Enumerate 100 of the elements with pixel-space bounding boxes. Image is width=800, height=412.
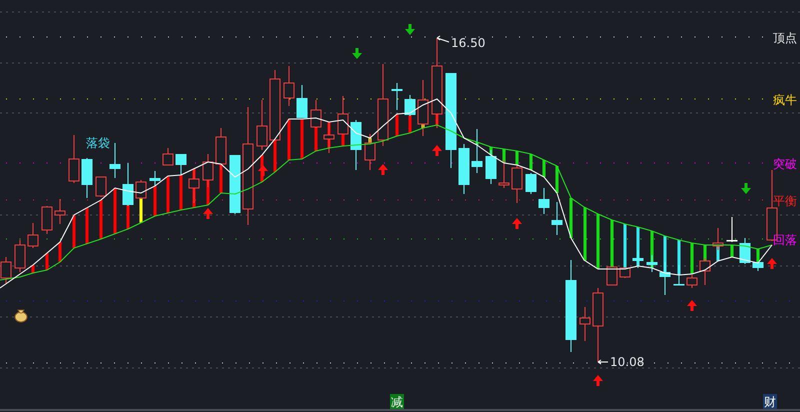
candlestick xyxy=(580,306,590,342)
trend-bar xyxy=(32,265,34,273)
candlestick xyxy=(256,100,268,150)
trend-bar xyxy=(610,220,614,269)
trend-bar xyxy=(180,175,182,210)
candlestick xyxy=(404,94,416,116)
candlestick xyxy=(552,202,562,236)
trend-bar xyxy=(396,114,398,136)
candlestick xyxy=(486,150,496,184)
candlestick xyxy=(646,254,658,272)
trend-bar xyxy=(730,245,734,257)
candlestick xyxy=(538,188,550,214)
trend-bar xyxy=(100,200,102,239)
candlestick xyxy=(96,176,106,198)
candlestick xyxy=(202,154,214,188)
candlestick xyxy=(752,262,764,272)
trend-bar xyxy=(716,245,720,261)
candlestick xyxy=(606,266,618,286)
up-arrow-icon xyxy=(593,375,603,386)
trend-bar xyxy=(46,253,48,270)
candlestick xyxy=(338,96,348,134)
candlestick xyxy=(458,144,470,194)
trend-bar xyxy=(274,139,276,172)
candlestick xyxy=(230,154,240,214)
trend-bar xyxy=(596,214,600,269)
candlestick xyxy=(632,250,644,268)
up-arrow-icon xyxy=(767,258,777,269)
candlestick xyxy=(188,168,200,204)
trend-bar xyxy=(624,224,626,269)
candlestick xyxy=(512,164,522,204)
trend-bar xyxy=(220,164,222,193)
up-arrow-icon xyxy=(687,300,697,311)
candlestick xyxy=(284,66,294,106)
up-arrow-icon xyxy=(258,165,268,176)
high-price-label: 16.50 xyxy=(451,36,486,50)
down-arrow-icon xyxy=(352,48,362,59)
candlestick xyxy=(14,240,26,272)
trend-bar xyxy=(678,240,680,275)
candlestick xyxy=(176,154,186,176)
candlestick xyxy=(660,262,670,296)
trend-bar xyxy=(636,227,640,266)
trend-bar xyxy=(516,151,518,165)
marker-label: 减 xyxy=(391,395,403,409)
up-arrow-icon xyxy=(203,208,213,219)
level-label: 回落 xyxy=(773,233,797,247)
candlestick xyxy=(42,206,52,234)
candlestick xyxy=(364,134,376,170)
candlestick xyxy=(0,256,12,284)
candlestick xyxy=(392,82,402,110)
candlestick xyxy=(136,180,146,200)
trend-bar xyxy=(690,243,694,274)
candlestick xyxy=(498,160,510,188)
candlestick xyxy=(620,268,630,278)
candlestick xyxy=(162,148,174,166)
trend-bar xyxy=(664,236,666,273)
trend-bar xyxy=(530,154,532,170)
trend-bar xyxy=(756,249,760,263)
trend-bar xyxy=(570,198,572,238)
trend-bar xyxy=(408,113,412,133)
level-label: 突破 xyxy=(773,157,797,171)
pointer-line xyxy=(436,36,450,42)
trend-bar xyxy=(300,119,304,159)
candlestick xyxy=(110,142,120,178)
candlestick xyxy=(150,170,160,186)
candlestick xyxy=(686,274,698,288)
candlestick xyxy=(472,128,482,174)
candlestick xyxy=(82,158,92,198)
candlestick xyxy=(740,238,750,264)
up-arrow-icon xyxy=(432,145,442,156)
candlestick xyxy=(296,84,308,118)
trend-bar xyxy=(476,142,478,145)
trend-bar xyxy=(114,188,116,234)
candlestick xyxy=(310,100,322,128)
level-label: 顶点 xyxy=(773,31,797,45)
trend-bar xyxy=(650,231,654,268)
trend-bar xyxy=(502,149,506,163)
level-label: 平衡 xyxy=(773,194,797,208)
signal-label: 落袋 xyxy=(86,136,110,150)
trend-bar xyxy=(490,147,492,155)
candlestick xyxy=(712,228,724,250)
marker-label: 财 xyxy=(764,395,776,409)
candlestick xyxy=(54,198,66,224)
candlestick xyxy=(68,134,80,184)
trend-bar xyxy=(288,119,290,160)
up-arrow-icon xyxy=(512,218,522,229)
trend-bar xyxy=(72,215,76,248)
candlestick xyxy=(700,258,710,286)
trend-bar xyxy=(556,166,558,193)
level-label: 疯牛 xyxy=(773,93,797,107)
up-arrow-icon xyxy=(378,164,388,175)
candlestick xyxy=(526,172,536,194)
candlestick xyxy=(674,264,684,286)
money-bag-icon xyxy=(14,310,28,322)
candlestick xyxy=(122,162,134,206)
trend-bar xyxy=(86,208,88,244)
candlestick xyxy=(270,70,280,142)
candlestick xyxy=(216,128,226,170)
candlestick xyxy=(28,222,38,248)
trend-bar xyxy=(154,186,156,216)
trend-bar xyxy=(58,242,62,262)
